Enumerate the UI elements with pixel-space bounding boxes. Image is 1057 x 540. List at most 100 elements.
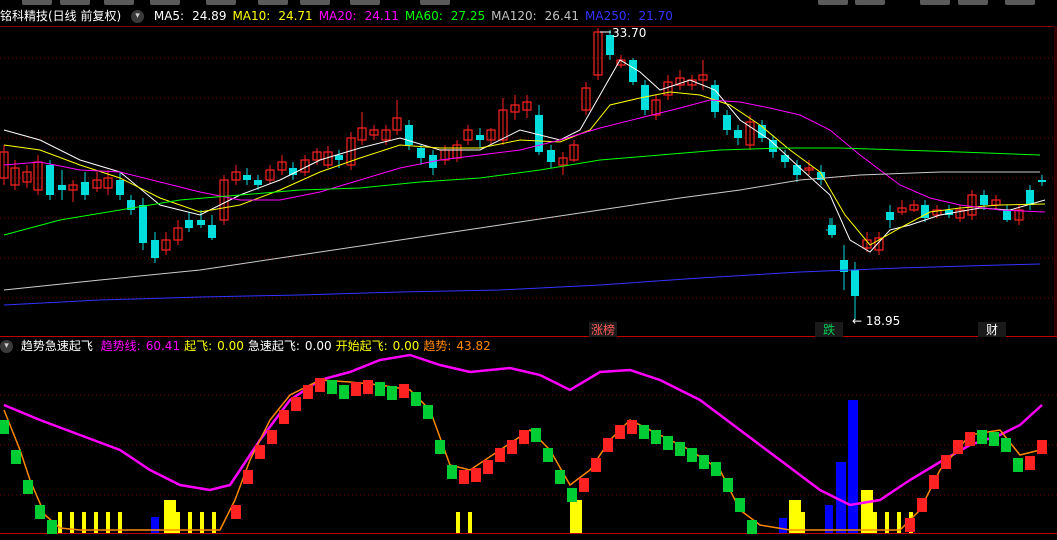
indicator-block — [387, 386, 397, 400]
takeoff-bar — [58, 512, 62, 533]
low-price-label: ← 18.95 — [852, 314, 900, 328]
event-marker-0: 涨榜 — [591, 322, 615, 337]
ma-legend-value: 24.11 — [364, 9, 399, 23]
indicator-block — [375, 382, 385, 396]
indicator-block — [965, 432, 975, 446]
takeoff-bar — [861, 490, 873, 533]
candle-body — [254, 180, 262, 185]
ma120-line — [3, 171, 1040, 291]
indicator-legend-value: 0.00 — [217, 339, 244, 353]
candle-body — [723, 115, 731, 130]
candle-body — [734, 130, 742, 138]
indicator-block — [651, 430, 661, 444]
candle-body — [417, 148, 425, 158]
candle-body — [1026, 190, 1034, 205]
indicator-block — [905, 518, 915, 532]
indicator-block — [23, 480, 33, 494]
ma-legend-value: 27.25 — [450, 9, 486, 23]
indicator-block — [543, 448, 553, 462]
candle-body — [151, 240, 159, 258]
indicator-block — [519, 430, 529, 444]
ma-legend-item: MA60: — [404, 9, 443, 23]
indicator-block — [459, 470, 469, 484]
indicator-block — [555, 470, 565, 484]
indicator-block — [303, 385, 313, 399]
indicator-block — [267, 430, 277, 444]
trend-orange-line — [3, 379, 1041, 531]
indicator-block — [941, 455, 951, 469]
indicator-block — [255, 445, 265, 459]
chevron-down-icon[interactable]: ▾ — [131, 10, 145, 23]
indicator-block — [1001, 438, 1011, 452]
indicator-block — [291, 397, 301, 411]
indicator-block — [627, 420, 637, 434]
candle-body — [1038, 180, 1046, 182]
indicator-block — [279, 410, 289, 424]
indicator-block — [435, 440, 445, 454]
indicator-block — [0, 420, 9, 434]
indicator-block — [411, 392, 421, 406]
indicator-header: ▾ 趋势急速起飞 趋势线: 60.41 起飞: 0.00 急速起飞: 0.00 开始起飞: 0… — [0, 337, 1057, 355]
event-marker-2: 财 — [986, 323, 998, 337]
indicator-block — [399, 384, 409, 398]
ma-legend-value: 24.71 — [278, 9, 313, 23]
indicator-legend-value: 60.41 — [145, 339, 181, 353]
candle-body — [58, 185, 66, 190]
ma-legend-value: 26.41 — [544, 9, 580, 23]
indicator-legend-item: 急速起飞: — [247, 339, 300, 353]
ma-legend-item: MA10: — [232, 9, 271, 23]
indicator-block — [351, 382, 361, 396]
indicator-block — [327, 380, 337, 394]
indicator-block — [507, 440, 517, 454]
candle-body — [980, 195, 988, 205]
chevron-down-icon[interactable]: ▾ — [0, 340, 13, 353]
event-marker-1: 跌 — [823, 322, 835, 337]
indicator-block — [977, 430, 987, 444]
indicator-block — [1013, 458, 1023, 472]
indicator-block — [735, 498, 745, 512]
candle-body — [243, 175, 251, 180]
ma250-line — [3, 263, 1041, 306]
candle-body — [116, 180, 124, 195]
takeoff-bar — [456, 512, 460, 533]
candle-body — [629, 60, 637, 82]
candle-body — [335, 155, 343, 160]
indicator-block — [1025, 456, 1035, 470]
indicator-block — [663, 436, 673, 450]
indicator-legend-value: 43.82 — [456, 339, 491, 353]
indicator-block — [47, 520, 57, 534]
candle-body — [476, 135, 484, 140]
ma20-line — [3, 99, 1046, 213]
chart-canvas[interactable]: 33.70 ← 18.95 涨榜 跌 财 — [0, 0, 1057, 540]
indicator-block — [423, 405, 433, 419]
indicator-block — [989, 432, 999, 446]
main-chart-header: 铭科精技(日线 前复权) ▾ MA5: 24.89 MA10: 24.71 MA20: 2… — [0, 6, 1057, 26]
ma-legend-item: MA250: — [585, 9, 631, 23]
ma-legend-value: 24.89 — [192, 9, 227, 23]
candle-body — [208, 225, 216, 238]
indicator-block — [699, 455, 709, 469]
indicator-legend-item: 起飞: — [184, 339, 213, 353]
rapid-bar — [779, 518, 787, 533]
indicator-legend-item: 开始起飞: — [335, 339, 388, 353]
indicator-block — [363, 380, 373, 394]
indicator-block — [315, 378, 325, 392]
ma-legend-item: MA120: — [491, 9, 537, 23]
candle-body — [851, 270, 859, 296]
rapid-bar — [825, 505, 833, 533]
indicator-block — [579, 478, 589, 492]
indicator-block — [675, 442, 685, 456]
indicator-block — [483, 460, 493, 474]
indicator-block — [447, 465, 457, 479]
indicator-block — [687, 448, 697, 462]
indicator-block — [1037, 440, 1047, 454]
indicator-block — [603, 438, 613, 452]
indicator-block — [953, 440, 963, 454]
takeoff-bar — [570, 500, 582, 533]
ma10-line — [3, 91, 1046, 246]
candle-body — [793, 165, 801, 175]
indicator-block — [243, 470, 253, 484]
indicator-block — [615, 425, 625, 439]
candle-body — [46, 165, 54, 195]
indicator-block — [917, 498, 927, 512]
